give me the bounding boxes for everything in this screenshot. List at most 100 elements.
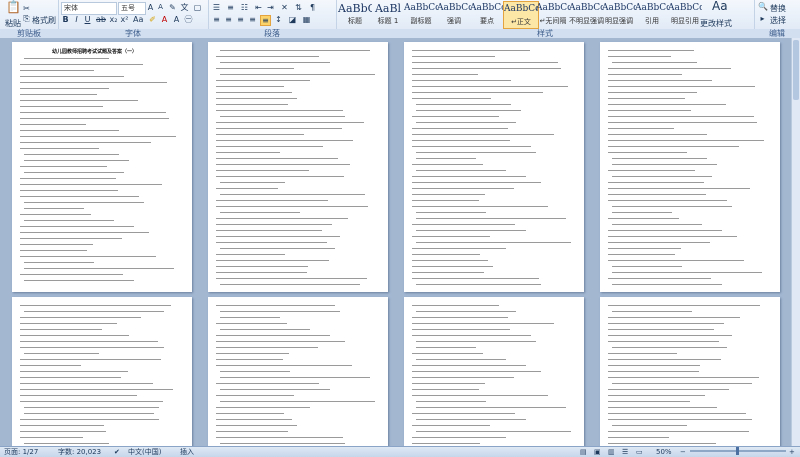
text-line (20, 112, 166, 113)
style-item[interactable]: AaBbCcD 副标题 (404, 1, 438, 27)
style-item[interactable]: AaBbCcDc 明显引用 (668, 1, 702, 27)
font-name-box[interactable]: 宋体 (61, 2, 117, 15)
document-page[interactable] (208, 42, 388, 292)
document-page[interactable] (208, 297, 388, 447)
align-left-icon[interactable]: ≡ (212, 15, 221, 24)
text-line (20, 88, 109, 89)
change-case-icon[interactable]: Aa (133, 15, 143, 24)
style-item[interactable]: AaBbCcDc 明显强调 (602, 1, 636, 27)
spellcheck-icon[interactable]: ✔ (114, 447, 120, 457)
bold-icon[interactable]: B (61, 15, 70, 24)
distributed-icon[interactable]: ≡ (260, 15, 271, 26)
grow-font-icon[interactable]: A (146, 3, 155, 12)
align-center-icon[interactable]: ≡ (224, 15, 233, 24)
border-char-icon[interactable]: ▢ (193, 3, 202, 12)
full-screen-icon[interactable]: ▣ (594, 447, 601, 457)
replace-button[interactable]: 替换 (770, 3, 786, 14)
enclose-char-icon[interactable]: ㊀ (184, 15, 193, 24)
phonetic-icon[interactable]: 文 (180, 3, 189, 12)
text-line (20, 425, 104, 426)
zoom-out-icon[interactable]: − (680, 447, 686, 457)
multilevel-list-icon[interactable]: ☷ (240, 3, 249, 12)
numbering-icon[interactable]: ≡ (226, 3, 235, 12)
text-line (20, 238, 122, 239)
line-spacing-icon[interactable]: ↕ (274, 15, 283, 24)
draft-icon[interactable]: ▭ (636, 447, 643, 457)
style-item[interactable]: AaBl 标题 1 (371, 1, 405, 27)
format-painter-button[interactable]: 格式刷 (32, 15, 56, 26)
copy-icon[interactable]: ⎘ (22, 14, 31, 23)
language-indicator[interactable]: 中文(中国) (128, 447, 161, 457)
cut-icon[interactable]: ✂ (22, 4, 31, 13)
strikethrough-icon[interactable]: ab (96, 15, 106, 24)
document-page[interactable] (404, 42, 584, 292)
insert-mode[interactable]: 插入 (180, 447, 194, 457)
decrease-indent-icon[interactable]: ⇤ (254, 3, 263, 12)
document-page[interactable] (404, 297, 584, 447)
text-line (412, 50, 530, 51)
font-color-icon[interactable]: A (160, 15, 169, 24)
style-name: 标题 1 (377, 17, 399, 25)
print-layout-icon[interactable]: ▤ (580, 447, 587, 457)
text-line (416, 407, 566, 408)
justify-icon[interactable]: ≡ (248, 15, 257, 24)
find-icon[interactable]: 🔍 (758, 2, 768, 11)
document-area[interactable]: 幼儿园教师招聘考试试题及答案（一） (0, 38, 800, 447)
text-line (220, 50, 370, 51)
outline-icon[interactable]: ☰ (622, 447, 628, 457)
italic-icon[interactable]: I (72, 15, 81, 24)
text-line (608, 395, 705, 396)
vertical-scrollbar[interactable] (791, 38, 800, 447)
change-styles-icon[interactable]: Aa (712, 0, 728, 16)
shading-icon[interactable]: ◪ (288, 15, 297, 24)
text-line (20, 383, 153, 384)
align-right-icon[interactable]: ≡ (236, 15, 245, 24)
document-page[interactable] (600, 42, 780, 292)
paste-icon[interactable]: 📋 (6, 1, 21, 17)
text-line (220, 443, 345, 444)
shrink-font-icon[interactable]: A (156, 3, 165, 12)
select-icon[interactable]: ▸ (758, 14, 767, 23)
bullets-icon[interactable]: ☰ (212, 3, 221, 12)
zoom-level[interactable]: 50% (656, 447, 672, 457)
superscript-icon[interactable]: x² (120, 15, 129, 24)
sort-icon[interactable]: ⇅ (294, 3, 303, 12)
select-button[interactable]: 选择 (770, 15, 786, 26)
paste-button[interactable]: 粘贴 (5, 18, 21, 29)
text-line (412, 140, 510, 141)
subscript-icon[interactable]: x₂ (109, 15, 118, 24)
text-line (24, 413, 154, 414)
increase-indent-icon[interactable]: ⇥ (266, 3, 275, 12)
text-line (608, 122, 757, 123)
text-line (216, 266, 308, 267)
style-item[interactable]: AaBbCcD 要点 (470, 1, 504, 27)
zoom-slider[interactable] (690, 447, 786, 455)
page-counter[interactable]: 页面: 1/27 (4, 447, 38, 457)
show-marks-icon[interactable]: ¶ (308, 3, 317, 12)
word-count[interactable]: 字数: 20,023 (58, 447, 101, 457)
text-line (412, 86, 568, 87)
style-item[interactable]: AaBbCcDc 不明显强调 (569, 1, 604, 27)
document-page[interactable]: 幼儿园教师招聘考试试题及答案（一） (12, 42, 192, 292)
highlight-icon[interactable]: ✐ (148, 15, 157, 24)
clear-format-icon[interactable]: ✎ (168, 3, 177, 12)
style-item[interactable]: AaBbCcD 强调 (437, 1, 471, 27)
font-size-box[interactable]: 五号 (118, 2, 146, 15)
document-page[interactable] (12, 297, 192, 447)
web-layout-icon[interactable]: ▥ (608, 447, 615, 457)
style-item[interactable]: AaBbCcDc ↵正文 (503, 1, 539, 29)
char-shading-icon[interactable]: A (172, 15, 181, 24)
zoom-slider-knob[interactable] (736, 447, 739, 455)
change-styles-button[interactable]: 更改样式 (700, 18, 732, 29)
document-page[interactable] (600, 297, 780, 447)
zoom-in-icon[interactable]: + (789, 447, 795, 457)
style-item[interactable]: AaBbCcDc 引用 (635, 1, 669, 27)
underline-icon[interactable]: U (83, 15, 92, 24)
scroll-thumb[interactable] (793, 40, 799, 100)
chinese-layout-icon[interactable]: ✕ (280, 3, 289, 12)
borders-icon[interactable]: ▦ (302, 15, 311, 24)
style-item[interactable]: AaBbCcDc ↵无间隔 (536, 1, 570, 27)
text-line (216, 254, 285, 255)
text-line (216, 218, 348, 219)
style-item[interactable]: AaBbC 标题 (338, 1, 372, 27)
